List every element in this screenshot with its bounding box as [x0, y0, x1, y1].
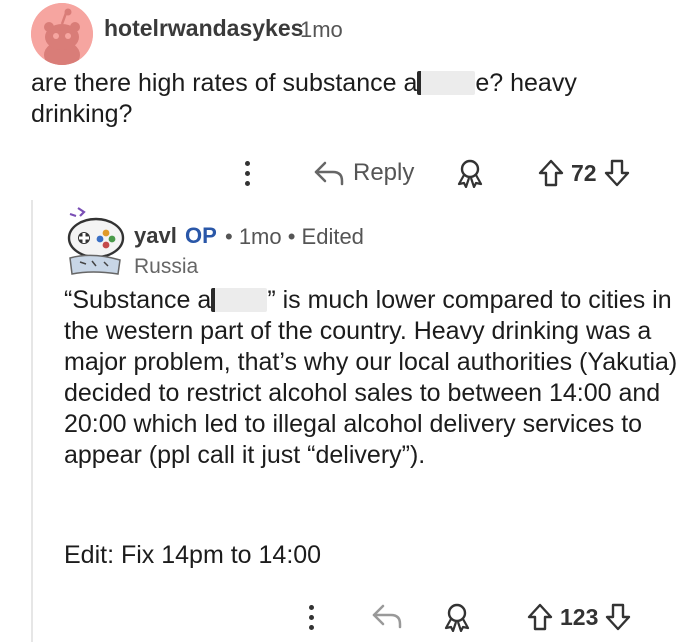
comment-author[interactable]: hotelrwandasykes: [104, 15, 303, 42]
more-options-icon[interactable]: [306, 604, 316, 630]
comment-timestamp: 1mo: [300, 17, 343, 42]
reply-meta: • 1mo • Edited: [225, 224, 364, 249]
edit-note: Edit: Fix 14pm to 14:00: [64, 541, 322, 569]
reply-text-part-1: “Substance a: [64, 286, 212, 314]
downvote-arrow-icon[interactable]: [603, 158, 631, 188]
op-badge: OP: [185, 223, 217, 248]
reply-arrow-icon: [372, 604, 402, 629]
thread-line[interactable]: [31, 200, 33, 642]
reply-label: Reply: [353, 159, 415, 186]
redaction-box: [417, 71, 476, 95]
reply-button[interactable]: [371, 602, 403, 630]
reply-avatar[interactable]: [62, 200, 132, 278]
upvote-arrow-icon[interactable]: [526, 602, 554, 632]
vote-controls: 123: [526, 600, 632, 634]
comment-actions: [242, 153, 252, 193]
reply-arrow-icon: [314, 161, 344, 186]
award-icon: [457, 159, 483, 188]
comment-text-part-1: are there high rates of substance a: [31, 69, 418, 97]
downvote-arrow-icon[interactable]: [604, 602, 632, 632]
redaction-box: [211, 288, 268, 312]
gamepad-avatar-icon: [67, 207, 125, 275]
vote-count: 72: [571, 159, 597, 186]
reply-body: “Substance a” is much lower compared to …: [64, 285, 694, 471]
snoo-avatar-icon: [31, 3, 93, 65]
user-flair: Russia: [134, 255, 199, 278]
comment-body: are there high rates of substance a e? he…: [31, 68, 671, 130]
reply-comment-actions: [306, 597, 316, 637]
reply-author[interactable]: yavl: [134, 223, 177, 249]
award-icon: [444, 603, 470, 632]
vote-controls: 72: [537, 156, 631, 190]
more-options-icon[interactable]: [242, 160, 252, 186]
award-button[interactable]: [442, 602, 472, 632]
reply-button[interactable]: Reply: [313, 157, 414, 189]
award-button[interactable]: [455, 158, 485, 188]
vote-count: 123: [560, 603, 599, 630]
user-avatar[interactable]: [31, 3, 93, 65]
upvote-arrow-icon[interactable]: [537, 158, 565, 188]
